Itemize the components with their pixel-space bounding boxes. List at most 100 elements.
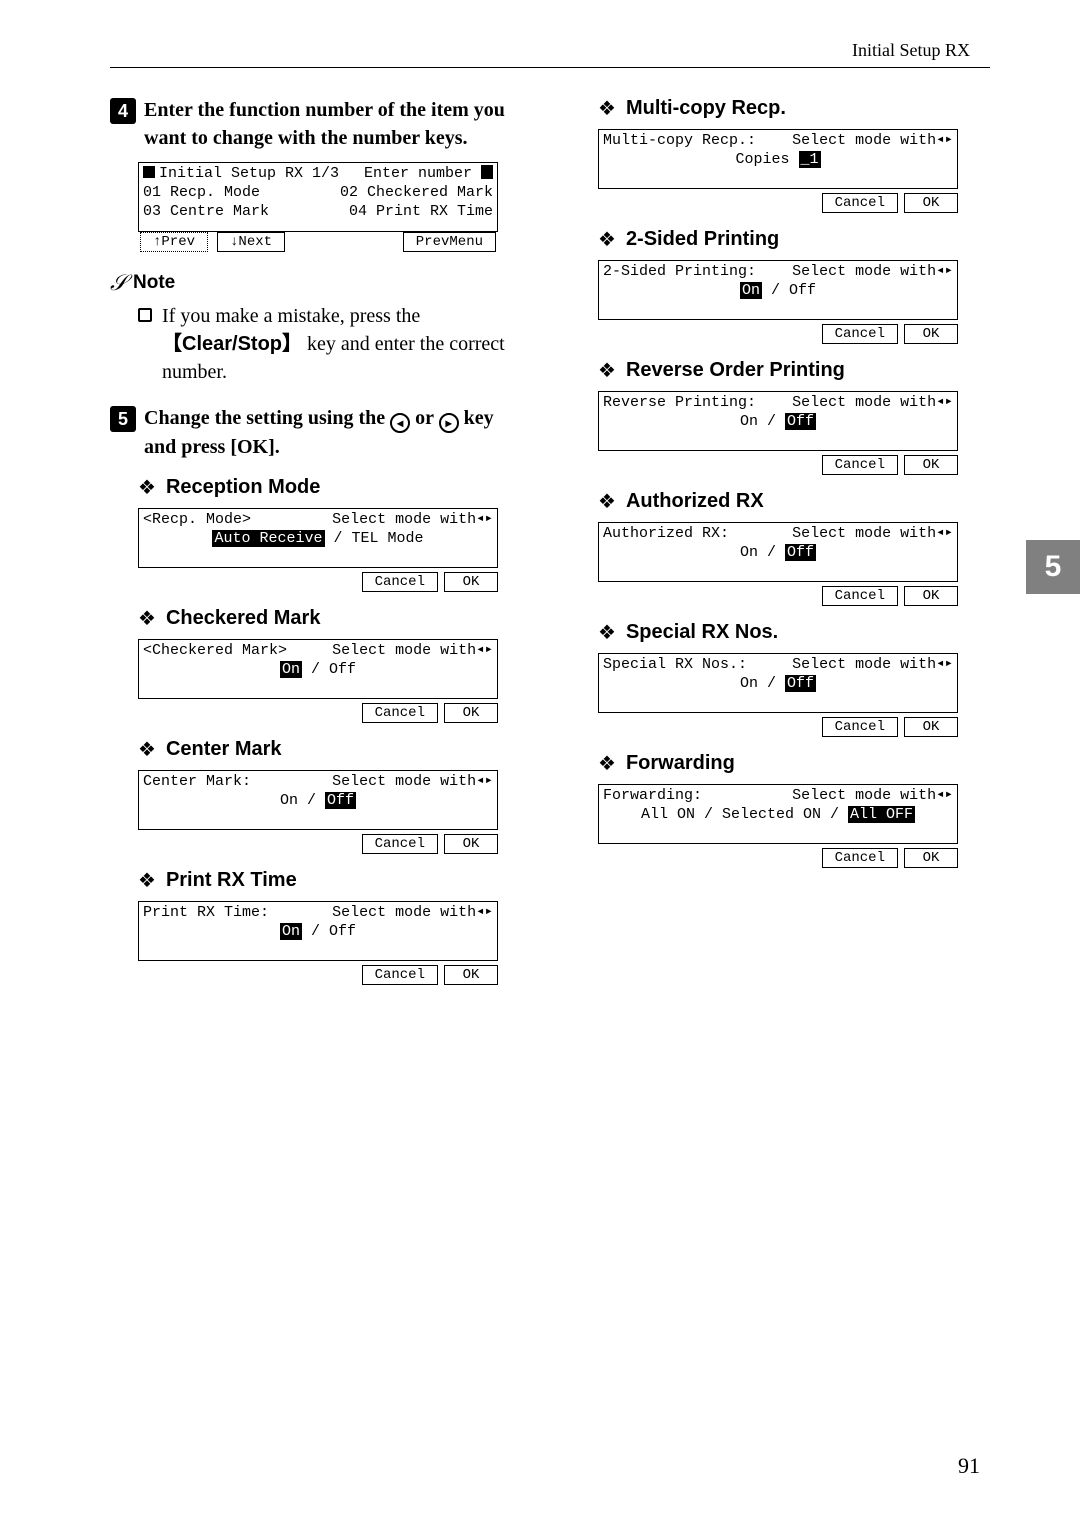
running-header: Initial Setup RX — [110, 40, 990, 61]
ok-button[interactable]: OK — [444, 703, 498, 723]
selected-value: On — [280, 661, 302, 678]
ok-button[interactable]: OK — [904, 193, 958, 213]
step-4-text: Enter the function number of the item yo… — [144, 96, 530, 152]
diamond-icon: ❖ — [598, 227, 616, 252]
diamond-icon: ❖ — [598, 620, 616, 645]
note-bullet-icon — [138, 308, 152, 322]
ok-button[interactable]: OK — [444, 965, 498, 985]
selected-value: On — [280, 923, 302, 940]
value-rest: / Off — [302, 923, 356, 940]
heading-reception-mode: Reception Mode — [166, 476, 320, 499]
selected-value: Auto Receive — [212, 530, 324, 547]
selected-value: _1 — [799, 151, 821, 168]
diamond-icon: ❖ — [598, 96, 616, 121]
select-hint: Select mode with — [332, 773, 476, 790]
select-hint: Select mode with — [332, 642, 476, 659]
cursor-icon — [481, 165, 493, 179]
lcd-title: Forwarding: — [603, 787, 702, 806]
ok-button[interactable]: OK — [904, 455, 958, 475]
cancel-button[interactable]: Cancel — [822, 193, 898, 213]
value-pre: On / — [740, 675, 785, 692]
heading-2sided: 2-Sided Printing — [626, 228, 779, 251]
value-pre: On / — [280, 792, 325, 809]
select-hint: Select mode with — [792, 132, 936, 149]
menu-item-04: 04 Print RX Time — [349, 203, 493, 222]
selected-value: All OFF — [848, 806, 915, 823]
lcd-title: Authorized RX: — [603, 525, 729, 544]
lcd-multicopy: Multi-copy Recp.: Select mode with◂▸ Cop… — [598, 129, 958, 213]
value-pre: On / — [740, 544, 785, 561]
cancel-button[interactable]: Cancel — [822, 324, 898, 344]
ok-button[interactable]: OK — [904, 324, 958, 344]
cancel-button[interactable]: Cancel — [822, 848, 898, 868]
select-hint: Select mode with — [332, 511, 476, 528]
left-right-icon: ◂▸ — [936, 394, 953, 412]
value-rest: / Off — [762, 282, 816, 299]
cancel-button[interactable]: Cancel — [822, 586, 898, 606]
note-body: If you make a mistake, press the 【Clear/… — [138, 302, 530, 386]
lcd-center-mark: Center Mark: Select mode with◂▸ On / Off… — [138, 770, 498, 854]
step-5-text-a: Change the setting using the — [144, 407, 390, 429]
page-number: 91 — [958, 1453, 980, 1479]
lcd-menu-title: Initial Setup RX 1/3 — [159, 165, 339, 182]
diamond-icon: ❖ — [598, 489, 616, 514]
prev-button[interactable]: ↑Prev — [140, 232, 208, 252]
lcd-forwarding: Forwarding: Select mode with◂▸ All ON / … — [598, 784, 958, 868]
cancel-button[interactable]: Cancel — [362, 703, 438, 723]
prevmenu-button[interactable]: PrevMenu — [403, 232, 496, 252]
cancel-button[interactable]: Cancel — [822, 455, 898, 475]
ok-button[interactable]: OK — [904, 586, 958, 606]
value-label: Copies — [735, 151, 798, 168]
heading-multicopy: Multi-copy Recp. — [626, 97, 786, 120]
cancel-button[interactable]: Cancel — [362, 834, 438, 854]
left-right-icon: ◂▸ — [936, 656, 953, 674]
note-label: Note — [133, 272, 175, 294]
select-hint: Select mode with — [792, 787, 936, 804]
lcd-checkered-mark: <Checkered Mark> Select mode with◂▸ On /… — [138, 639, 498, 723]
heading-special: Special RX Nos. — [626, 621, 778, 644]
cancel-button[interactable]: Cancel — [822, 717, 898, 737]
diamond-icon: ❖ — [138, 868, 156, 893]
lcd-title: Special RX Nos.: — [603, 656, 747, 675]
cancel-button[interactable]: Cancel — [362, 572, 438, 592]
next-button[interactable]: ↓Next — [217, 232, 285, 252]
ok-button[interactable]: OK — [904, 717, 958, 737]
cancel-button[interactable]: Cancel — [362, 965, 438, 985]
menu-icon — [143, 166, 155, 178]
diamond-icon: ❖ — [138, 737, 156, 762]
ok-button[interactable]: OK — [444, 834, 498, 854]
ok-button[interactable]: OK — [444, 572, 498, 592]
lcd-reception-mode: <Recp. Mode> Select mode with◂▸ Auto Rec… — [138, 508, 498, 592]
right-arrow-icon: ▸ — [439, 413, 459, 433]
diamond-icon: ❖ — [138, 606, 156, 631]
note-heading: 𝒮 Note — [110, 270, 530, 296]
heading-authorized: Authorized RX — [626, 490, 764, 513]
select-hint: Select mode with — [792, 525, 936, 542]
left-right-icon: ◂▸ — [936, 132, 953, 150]
step-5: 5 Change the setting using the ◂ or ▸ ke… — [110, 404, 530, 461]
diamond-icon: ❖ — [138, 475, 156, 500]
lcd-title: Multi-copy Recp.: — [603, 132, 756, 151]
heading-checkered-mark: Checkered Mark — [166, 607, 321, 630]
selected-value: On — [740, 282, 762, 299]
select-hint: Select mode with — [792, 263, 936, 280]
note-text-a: If you make a mistake, press the — [162, 305, 420, 327]
lcd-title: <Recp. Mode> — [143, 511, 251, 530]
step-number-4: 4 — [110, 98, 136, 124]
value-rest: / TEL Mode — [325, 530, 424, 547]
lcd-title: Reverse Printing: — [603, 394, 756, 413]
lcd-initial-menu: Initial Setup RX 1/3 Enter number 01 Rec… — [138, 162, 498, 252]
left-right-icon: ◂▸ — [476, 511, 493, 529]
select-hint: Select mode with — [792, 656, 936, 673]
left-arrow-icon: ◂ — [390, 413, 410, 433]
heading-print-rx-time: Print RX Time — [166, 869, 297, 892]
lcd-title: Center Mark: — [143, 773, 251, 792]
lcd-print-rx-time: Print RX Time: Select mode with◂▸ On / O… — [138, 901, 498, 985]
ok-button[interactable]: OK — [904, 848, 958, 868]
clear-stop-key: Clear/Stop — [182, 333, 282, 355]
selected-value: Off — [325, 792, 356, 809]
left-column: 4 Enter the function number of the item … — [110, 96, 530, 993]
value-rest: / Off — [302, 661, 356, 678]
diamond-icon: ❖ — [598, 751, 616, 776]
step-number-5: 5 — [110, 406, 136, 432]
